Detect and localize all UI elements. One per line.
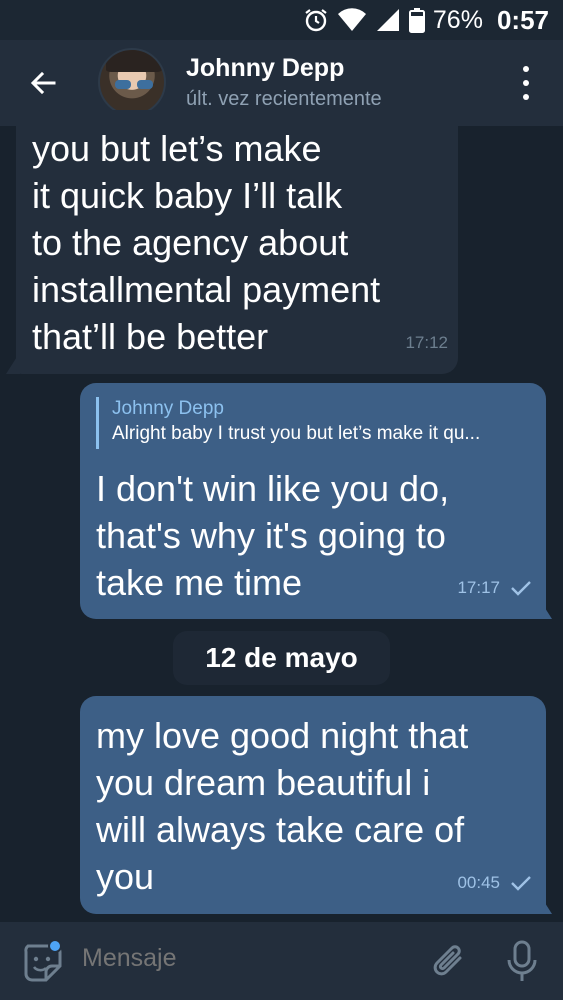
- status-bar: 76% 0:57: [0, 0, 563, 40]
- check-icon: [511, 580, 531, 596]
- message-time: 00:45: [457, 873, 500, 892]
- message-input[interactable]: [82, 944, 402, 973]
- battery-percent: 76%: [432, 5, 483, 34]
- avatar[interactable]: [98, 48, 166, 116]
- more-options-button[interactable]: [511, 66, 541, 100]
- wifi-icon: [337, 7, 367, 33]
- message-input-bar: [0, 922, 563, 1000]
- reply-quote[interactable]: Johnny Depp Alright baby I trust you but…: [96, 397, 536, 449]
- outgoing-message[interactable]: Johnny Depp Alright baby I trust you but…: [80, 383, 546, 619]
- more-vert-icon: [523, 66, 529, 72]
- message-meta: 17:17: [457, 564, 532, 611]
- back-arrow-icon: [30, 71, 56, 95]
- message-time: 17:12: [405, 333, 448, 352]
- contact-name[interactable]: Johnny Depp: [186, 54, 344, 83]
- mic-icon: [507, 940, 537, 981]
- outgoing-message[interactable]: my love good night that you dream beauti…: [80, 696, 546, 914]
- message-text: you but let’s make it quick baby I’ll ta…: [32, 128, 381, 357]
- check-icon: [511, 875, 531, 891]
- signal-icon: [375, 7, 401, 33]
- date-separator: 12 de mayo: [173, 631, 390, 685]
- alarm-icon: [303, 7, 329, 33]
- back-button[interactable]: [22, 62, 64, 104]
- message-time: 17:17: [457, 578, 500, 597]
- notification-dot: [48, 939, 62, 953]
- voice-button[interactable]: [502, 938, 542, 986]
- clock: 0:57: [496, 4, 549, 35]
- attach-icon: [433, 945, 462, 976]
- incoming-message[interactable]: you but let’s make it quick baby I’ll ta…: [16, 110, 458, 374]
- contact-status: últ. vez recientemente: [186, 88, 382, 110]
- reply-author: Johnny Depp: [112, 398, 224, 419]
- reply-preview: Alright baby I trust you but let’s make …: [112, 423, 481, 444]
- battery-icon: [408, 7, 425, 33]
- attach-button[interactable]: [430, 940, 470, 984]
- message-meta: 00:45: [457, 859, 532, 906]
